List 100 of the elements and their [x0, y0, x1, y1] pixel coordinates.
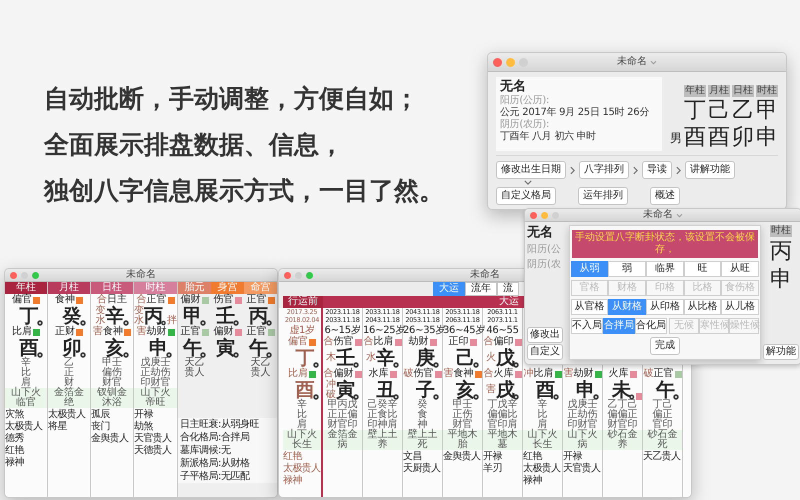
- window-title: 未命名: [617, 57, 647, 67]
- stem-character: 戊: [496, 348, 515, 368]
- age-text: 36~45岁: [443, 325, 486, 336]
- branch-character: 申: [576, 380, 595, 400]
- nayin-text: 金箔金: [328, 430, 358, 440]
- circle-mark-icon: [473, 394, 479, 400]
- hidden-stem-text: 辛: [538, 400, 548, 410]
- stem-character: 丙: [249, 306, 268, 326]
- close-button[interactable]: [493, 58, 502, 66]
- minimize-button[interactable]: [541, 212, 548, 218]
- step-button[interactable]: 讲解功能: [685, 161, 735, 179]
- relation-label: 害: [444, 369, 454, 379]
- relation-label: 水: [96, 316, 106, 326]
- hidden-stem-text: 正: [64, 368, 74, 378]
- segment-option[interactable]: 旺: [684, 261, 722, 277]
- tab[interactable]: 流年: [465, 282, 497, 296]
- step-button[interactable]: 导读: [642, 161, 672, 179]
- close-button[interactable]: [10, 272, 17, 278]
- segment-option[interactable]: 从儿格: [721, 299, 759, 315]
- zoom-button[interactable]: [32, 272, 39, 278]
- stem-character: 丁: [296, 348, 314, 368]
- circle-mark-icon: [673, 394, 679, 400]
- segment-option[interactable]: 从官格: [570, 299, 608, 315]
- option-button[interactable]: 运年排列: [578, 187, 628, 205]
- circle-mark-icon: [629, 394, 635, 400]
- relation-label: 水: [366, 353, 376, 363]
- nayin-text: 金箔金: [54, 388, 84, 398]
- chevron-down-icon[interactable]: [650, 60, 657, 64]
- circle-mark-icon: [161, 320, 166, 326]
- branch-character: 申: [770, 266, 792, 293]
- info-value: 从财格: [220, 458, 250, 469]
- stage-text: 养: [618, 440, 628, 450]
- segment-option[interactable]: 临界: [646, 261, 684, 277]
- relation-label: 害: [136, 327, 146, 337]
- zoom-button[interactable]: [306, 272, 313, 278]
- hidden-stem-text: 辛: [21, 358, 31, 368]
- age-text: 46~55: [486, 325, 519, 336]
- shensha-text: 金舆贵人: [91, 433, 130, 445]
- shensha-text: 天官贵人: [134, 433, 172, 444]
- ten-god-label: 劫财: [574, 368, 594, 380]
- branch-character: 子: [416, 380, 435, 400]
- done-button[interactable]: 完成: [650, 337, 680, 355]
- segment-option[interactable]: 从比格: [684, 299, 722, 315]
- circle-mark-icon: [513, 362, 519, 368]
- shensha-text: 禄神: [523, 475, 543, 487]
- tab[interactable]: 流: [497, 282, 519, 296]
- hidden-stem-text: 比: [538, 410, 548, 420]
- ten-god-label: 比肩: [534, 368, 554, 380]
- person-name: 无名: [527, 225, 553, 241]
- ten-god-label: 比肩: [12, 326, 32, 338]
- step-button[interactable]: 修改出生日期: [496, 161, 566, 179]
- ten-god-label: 比肩: [374, 336, 394, 348]
- column-header: 命宫: [244, 282, 277, 294]
- hidden-stem-text: 肩: [538, 420, 548, 430]
- relation-label: 冲: [326, 380, 336, 390]
- circle-mark-icon: [433, 394, 439, 400]
- column-header: 月柱: [48, 282, 90, 294]
- branch-character: 午: [183, 338, 202, 358]
- shensha-text: 开禄: [134, 409, 154, 420]
- step-button[interactable]: 八字排列: [579, 161, 629, 179]
- option-button[interactable]: 概述: [650, 187, 680, 205]
- shensha-text: 太极贵人: [5, 421, 44, 432]
- segment-option[interactable]: 从印格: [646, 299, 684, 315]
- shensha-text: 羊刃: [483, 463, 503, 475]
- minimize-button[interactable]: [506, 58, 515, 66]
- hidden-stem-text: 偏偏正: [608, 410, 638, 420]
- pillar-header: 时柱: [770, 225, 792, 237]
- nayin-text: 钗钏金: [97, 388, 127, 398]
- chevron-down-icon[interactable]: [676, 212, 683, 218]
- info-value: 无: [220, 445, 230, 456]
- circle-mark-icon: [433, 362, 439, 368]
- close-button[interactable]: [284, 272, 291, 278]
- shensha-text: 金舆贵人: [443, 451, 482, 463]
- option-button[interactable]: 解功能: [763, 344, 799, 360]
- nayin-text: 平地木: [448, 430, 478, 440]
- close-button[interactable]: [530, 212, 537, 218]
- option-button[interactable]: 自定义格局: [496, 187, 556, 205]
- segment-option[interactable]: 不入局: [570, 318, 603, 334]
- hidden-stem-text: 己癸辛: [368, 400, 398, 410]
- branch-character: 酉: [708, 124, 730, 151]
- circle-mark-icon: [36, 320, 42, 326]
- hidden-stem-text: 印神肩: [368, 420, 398, 430]
- pillar-header: 年柱: [684, 85, 706, 97]
- circle-mark-icon: [266, 352, 272, 358]
- info-value: 从弱身旺: [220, 419, 259, 430]
- ten-god-label: 正官: [246, 294, 266, 306]
- segment-option[interactable]: 弱: [608, 261, 646, 277]
- option-button[interactable]: 修改出: [527, 327, 563, 343]
- segment-option[interactable]: 合化局: [634, 318, 667, 334]
- relation-label: 水: [134, 316, 144, 326]
- hidden-stem-text: 正正偏: [328, 410, 358, 420]
- ten-god-label: 偏财: [180, 294, 200, 306]
- relation-label: 破: [326, 390, 336, 400]
- option-button[interactable]: 自定义: [527, 344, 563, 360]
- branch-character: 亥: [456, 380, 475, 400]
- relation-label: 合: [324, 337, 334, 347]
- circle-mark-icon: [80, 320, 86, 326]
- ten-god-label: 火库: [494, 368, 514, 380]
- segment-option[interactable]: 从旺: [721, 261, 759, 277]
- ten-god-label: 劫财: [408, 336, 428, 348]
